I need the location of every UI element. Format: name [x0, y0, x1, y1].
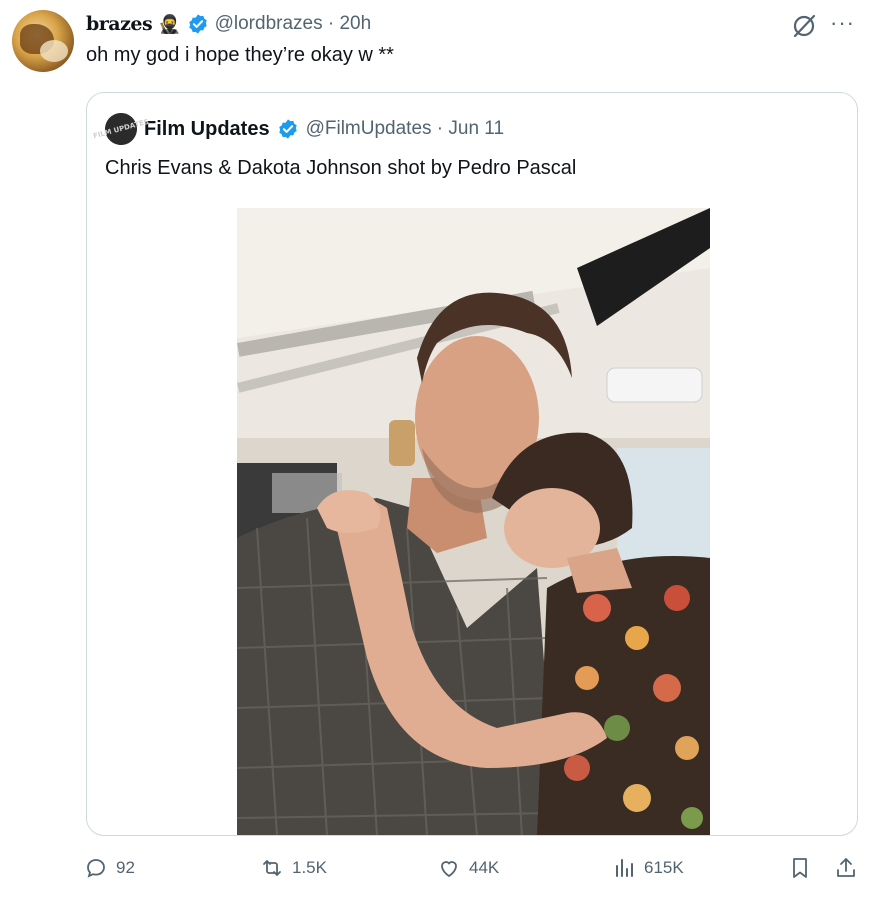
verified-badge-icon[interactable] [187, 13, 209, 35]
repost-count: 1.5K [292, 858, 327, 877]
views-button[interactable]: 615K [612, 856, 684, 880]
action-bar: 92 1.5K 44K 615K [0, 856, 878, 888]
tweet-header: brazes 🥷 @lordbrazes · 20h [86, 10, 371, 38]
author-handle-time[interactable]: @lordbrazes · 20h [215, 13, 372, 35]
quoted-text: Chris Evans & Dakota Johnson shot by Ped… [105, 157, 577, 179]
grok-icon[interactable] [790, 12, 818, 40]
bookmark-button[interactable] [788, 856, 812, 880]
verified-badge-icon[interactable] [277, 118, 299, 140]
name-emoji: 🥷 [158, 13, 181, 34]
more-icon[interactable]: ··· [830, 10, 855, 36]
share-button[interactable] [834, 856, 858, 880]
like-button[interactable]: 44K [437, 856, 499, 880]
repost-button[interactable]: 1.5K [260, 856, 327, 880]
quoted-display-name[interactable]: Film Updates [144, 118, 270, 141]
author-display-name[interactable]: brazes [86, 13, 153, 35]
quoted-avatar[interactable]: FILM UPDATES [92, 109, 150, 149]
quoted-header: FILM UPDATES Film Updates @FilmUpdates ·… [92, 109, 504, 149]
reply-count: 92 [116, 858, 135, 877]
bookmark-icon [793, 858, 807, 878]
view-count: 615K [644, 858, 684, 877]
quoted-photo[interactable] [237, 208, 710, 835]
quoted-tweet[interactable]: FILM UPDATES Film Updates @FilmUpdates ·… [86, 92, 858, 836]
tweet-text: oh my god i hope they’re okay w ** [86, 44, 394, 66]
like-icon [441, 861, 457, 878]
author-avatar[interactable] [12, 10, 74, 72]
share-icon [837, 858, 855, 877]
views-icon [616, 859, 633, 877]
reply-button[interactable]: 92 [84, 856, 135, 880]
like-count: 44K [469, 858, 500, 877]
repost-icon [263, 860, 281, 876]
reply-icon [87, 859, 105, 878]
quoted-handle-date[interactable]: @FilmUpdates · Jun 11 [306, 118, 504, 140]
